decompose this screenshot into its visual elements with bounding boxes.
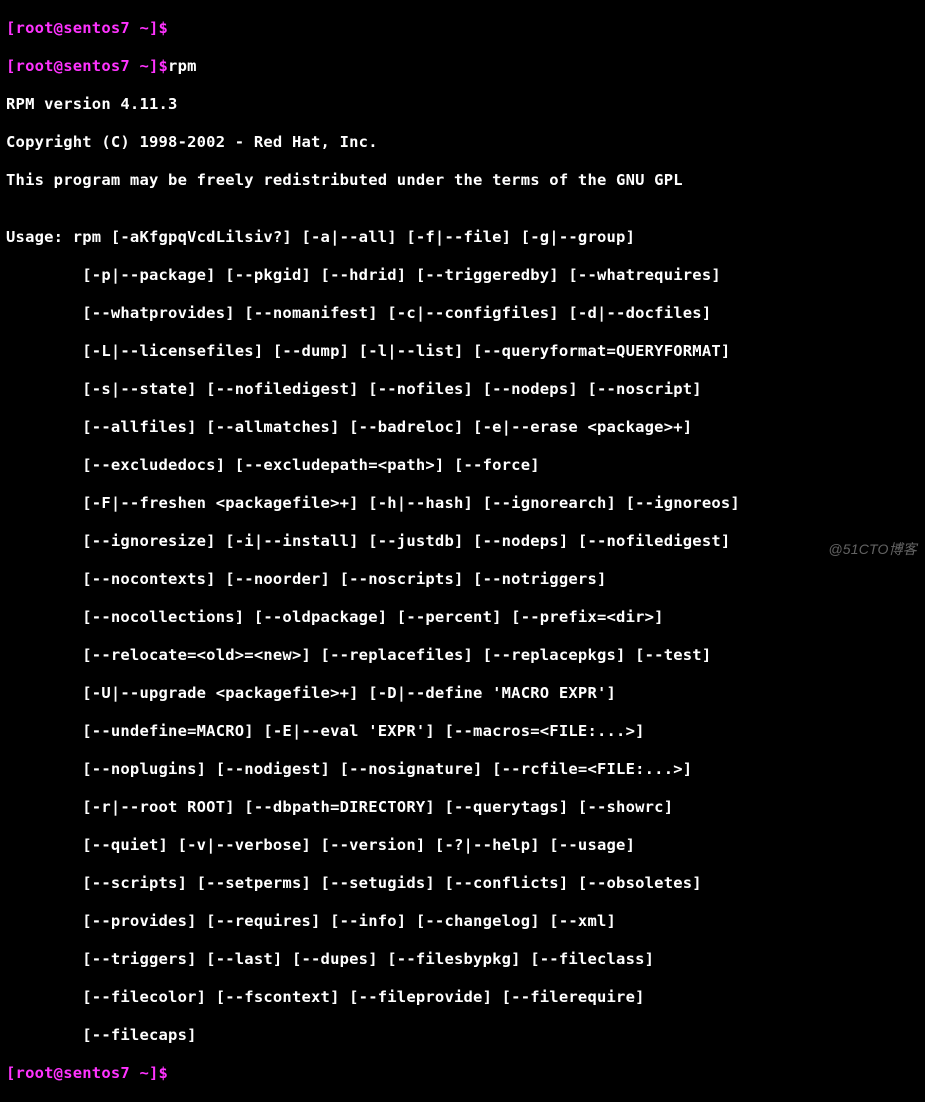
watermark-text: @51CTO博客 xyxy=(828,540,917,559)
output-line: [--nocontexts] [--noorder] [--noscripts]… xyxy=(6,570,919,589)
output-line: [--relocate=<old>=<new>] [--replacefiles… xyxy=(6,646,919,665)
prompt-line: [root@sentos7 ~]$rpm xyxy=(6,57,919,76)
output-line: [--quiet] [-v|--verbose] [--version] [-?… xyxy=(6,836,919,855)
output-line: [--whatprovides] [--nomanifest] [-c|--co… xyxy=(6,304,919,323)
shell-prompt: [root@sentos7 ~]$ xyxy=(6,19,168,37)
output-line: [--noplugins] [--nodigest] [--nosignatur… xyxy=(6,760,919,779)
prompt-line: [root@sentos7 ~]$ xyxy=(6,1064,919,1083)
shell-prompt: [root@sentos7 ~]$ xyxy=(6,57,168,75)
prompt-line: [root@sentos7 ~]$ xyxy=(6,19,919,38)
output-line: [--scripts] [--setperms] [--setugids] [-… xyxy=(6,874,919,893)
shell-prompt: [root@sentos7 ~]$ xyxy=(6,1064,168,1082)
output-line: Usage: rpm [-aKfgpqVcdLilsiv?] [-a|--all… xyxy=(6,228,919,247)
output-line: [--ignoresize] [-i|--install] [--justdb]… xyxy=(6,532,919,551)
output-line: RPM version 4.11.3 xyxy=(6,95,919,114)
terminal-area[interactable]: [root@sentos7 ~]$ [root@sentos7 ~]$rpm R… xyxy=(0,0,925,1102)
output-line: This program may be freely redistributed… xyxy=(6,171,919,190)
output-line: [--provides] [--requires] [--info] [--ch… xyxy=(6,912,919,931)
command-text: rpm xyxy=(168,57,197,75)
output-line: [--excludedocs] [--excludepath=<path>] [… xyxy=(6,456,919,475)
output-line: [-p|--package] [--pkgid] [--hdrid] [--tr… xyxy=(6,266,919,285)
output-line: [-L|--licensefiles] [--dump] [-l|--list]… xyxy=(6,342,919,361)
output-line: [--filecaps] xyxy=(6,1026,919,1045)
output-line: [-s|--state] [--nofiledigest] [--nofiles… xyxy=(6,380,919,399)
output-line: [--triggers] [--last] [--dupes] [--files… xyxy=(6,950,919,969)
output-line: [--nocollections] [--oldpackage] [--perc… xyxy=(6,608,919,627)
output-line: [--undefine=MACRO] [-E|--eval 'EXPR'] [-… xyxy=(6,722,919,741)
output-line: [--filecolor] [--fscontext] [--fileprovi… xyxy=(6,988,919,1007)
output-line: [-U|--upgrade <packagefile>+] [-D|--defi… xyxy=(6,684,919,703)
output-line: Copyright (C) 1998-2002 - Red Hat, Inc. xyxy=(6,133,919,152)
output-line: [-r|--root ROOT] [--dbpath=DIRECTORY] [-… xyxy=(6,798,919,817)
output-line: [-F|--freshen <packagefile>+] [-h|--hash… xyxy=(6,494,919,513)
output-line: [--allfiles] [--allmatches] [--badreloc]… xyxy=(6,418,919,437)
